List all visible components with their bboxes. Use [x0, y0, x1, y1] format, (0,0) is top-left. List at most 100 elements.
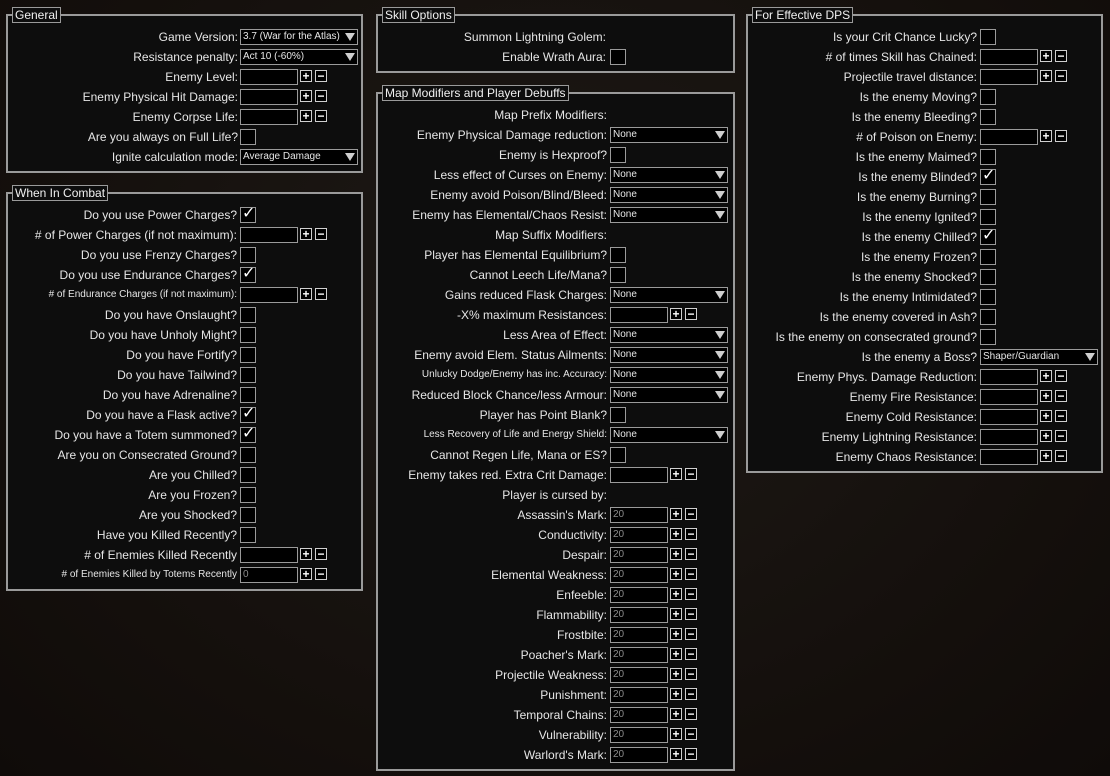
enemy-phys-hit-input[interactable]	[240, 89, 298, 105]
plus-icon[interactable]: +	[300, 288, 312, 300]
enemy-physical-damage-reduction-dropdown[interactable]: None	[610, 127, 728, 143]
minus-icon[interactable]: −	[315, 110, 327, 122]
minus-icon[interactable]: −	[315, 228, 327, 240]
minus-icon[interactable]: −	[685, 688, 697, 700]
is-the-enemy-ignited-checkbox[interactable]	[980, 209, 996, 225]
plus-icon[interactable]: +	[670, 628, 682, 640]
enemy-avoid-elem-status-ailments-dropdown[interactable]: None	[610, 347, 728, 363]
x-maximum-resistances-input[interactable]	[610, 307, 668, 323]
minus-icon[interactable]: −	[685, 588, 697, 600]
enemy-has-elemental-chaos-resist-dropdown[interactable]: None	[610, 207, 728, 223]
are-you-frozen-checkbox[interactable]	[240, 487, 256, 503]
minus-icon[interactable]: −	[685, 608, 697, 620]
is-the-enemy-maimed-checkbox[interactable]	[980, 149, 996, 165]
is-the-enemy-blinded-checkbox[interactable]: ✓	[980, 168, 996, 185]
plus-icon[interactable]: +	[670, 308, 682, 320]
enemy-corpse-life-input[interactable]	[240, 109, 298, 125]
minus-icon[interactable]: −	[1055, 390, 1067, 402]
is-your-crit-chance-lucky-checkbox[interactable]	[980, 29, 996, 45]
is-the-enemy-on-consecrated-ground-checkbox[interactable]	[980, 329, 996, 345]
wrath-checkbox[interactable]	[610, 49, 626, 65]
minus-icon[interactable]: −	[685, 708, 697, 720]
do-you-have-a-totem-summoned-checkbox[interactable]: ✓	[240, 426, 256, 443]
plus-icon[interactable]: +	[1040, 370, 1052, 382]
is-the-enemy-covered-in-ash-checkbox[interactable]	[980, 309, 996, 325]
enfeeble-input[interactable]: 20	[610, 587, 668, 603]
is-the-enemy-burning-checkbox[interactable]	[980, 189, 996, 205]
is-the-enemy-shocked-checkbox[interactable]	[980, 269, 996, 285]
plus-icon[interactable]: +	[1040, 50, 1052, 62]
plus-icon[interactable]: +	[1040, 70, 1052, 82]
warlord-s-mark-input[interactable]: 20	[610, 747, 668, 763]
of-times-skill-has-chained-input[interactable]	[980, 49, 1038, 65]
minus-icon[interactable]: −	[1055, 70, 1067, 82]
assassin-s-mark-input[interactable]: 20	[610, 507, 668, 523]
enemy-avoid-poison-blind-bleed-dropdown[interactable]: None	[610, 187, 728, 203]
minus-icon[interactable]: −	[685, 668, 697, 680]
player-has-elemental-equilibrium-checkbox[interactable]	[610, 247, 626, 263]
do-you-have-unholy-might-checkbox[interactable]	[240, 327, 256, 343]
plus-icon[interactable]: +	[670, 668, 682, 680]
plus-icon[interactable]: +	[1040, 450, 1052, 462]
punishment-input[interactable]: 20	[610, 687, 668, 703]
of-power-charges-if-not-maximum-input[interactable]	[240, 227, 298, 243]
is-the-enemy-chilled-checkbox[interactable]: ✓	[980, 228, 996, 245]
player-has-point-blank-checkbox[interactable]	[610, 407, 626, 423]
flammability-input[interactable]: 20	[610, 607, 668, 623]
minus-icon[interactable]: −	[685, 568, 697, 580]
is-the-enemy-moving-checkbox[interactable]	[980, 89, 996, 105]
of-enemies-killed-recently-input[interactable]	[240, 547, 298, 563]
less-area-of-effect-dropdown[interactable]: None	[610, 327, 728, 343]
ignite-mode-dropdown[interactable]: Average Damage	[240, 149, 358, 165]
minus-icon[interactable]: −	[685, 548, 697, 560]
enemy-fire-resistance-input[interactable]	[980, 389, 1038, 405]
enemy-chaos-resistance-input[interactable]	[980, 449, 1038, 465]
minus-icon[interactable]: −	[315, 70, 327, 82]
less-effect-of-curses-on-enemy-dropdown[interactable]: None	[610, 167, 728, 183]
do-you-have-adrenaline-checkbox[interactable]	[240, 387, 256, 403]
do-you-have-a-flask-active-checkbox[interactable]: ✓	[240, 406, 256, 423]
minus-icon[interactable]: −	[685, 528, 697, 540]
plus-icon[interactable]: +	[300, 110, 312, 122]
elemental-weakness-input[interactable]: 20	[610, 567, 668, 583]
despair-input[interactable]: 20	[610, 547, 668, 563]
are-you-on-consecrated-ground-checkbox[interactable]	[240, 447, 256, 463]
plus-icon[interactable]: +	[300, 70, 312, 82]
have-you-killed-recently-checkbox[interactable]	[240, 527, 256, 543]
less-recovery-of-life-and-energy-shield-dropdown[interactable]: None	[610, 427, 728, 443]
minus-icon[interactable]: −	[685, 748, 697, 760]
minus-icon[interactable]: −	[685, 648, 697, 660]
enemy-takes-red-extra-crit-damage-input[interactable]	[610, 467, 668, 483]
is-the-enemy-bleeding-checkbox[interactable]	[980, 109, 996, 125]
game-version-dropdown[interactable]: 3.7 (War for the Atlas)	[240, 29, 358, 45]
plus-icon[interactable]: +	[300, 548, 312, 560]
plus-icon[interactable]: +	[670, 468, 682, 480]
do-you-use-frenzy-charges-checkbox[interactable]	[240, 247, 256, 263]
minus-icon[interactable]: −	[685, 628, 697, 640]
vulnerability-input[interactable]: 20	[610, 727, 668, 743]
resistance-penalty-dropdown[interactable]: Act 10 (-60%)	[240, 49, 358, 65]
minus-icon[interactable]: −	[1055, 450, 1067, 462]
do-you-use-power-charges-checkbox[interactable]: ✓	[240, 206, 256, 223]
plus-icon[interactable]: +	[300, 90, 312, 102]
enemy-cold-resistance-input[interactable]	[980, 409, 1038, 425]
minus-icon[interactable]: −	[315, 288, 327, 300]
plus-icon[interactable]: +	[670, 748, 682, 760]
unlucky-dodge-enemy-has-inc-accuracy-dropdown[interactable]: None	[610, 367, 728, 383]
poacher-s-mark-input[interactable]: 20	[610, 647, 668, 663]
plus-icon[interactable]: +	[670, 648, 682, 660]
plus-icon[interactable]: +	[1040, 390, 1052, 402]
do-you-have-fortify-checkbox[interactable]	[240, 347, 256, 363]
do-you-have-tailwind-checkbox[interactable]	[240, 367, 256, 383]
plus-icon[interactable]: +	[670, 728, 682, 740]
minus-icon[interactable]: −	[685, 468, 697, 480]
plus-icon[interactable]: +	[1040, 410, 1052, 422]
minus-icon[interactable]: −	[1055, 130, 1067, 142]
plus-icon[interactable]: +	[670, 608, 682, 620]
minus-icon[interactable]: −	[685, 728, 697, 740]
is-the-enemy-frozen-checkbox[interactable]	[980, 249, 996, 265]
of-poison-on-enemy-input[interactable]	[980, 129, 1038, 145]
minus-icon[interactable]: −	[1055, 370, 1067, 382]
minus-icon[interactable]: −	[1055, 410, 1067, 422]
enemy-lightning-resistance-input[interactable]	[980, 429, 1038, 445]
